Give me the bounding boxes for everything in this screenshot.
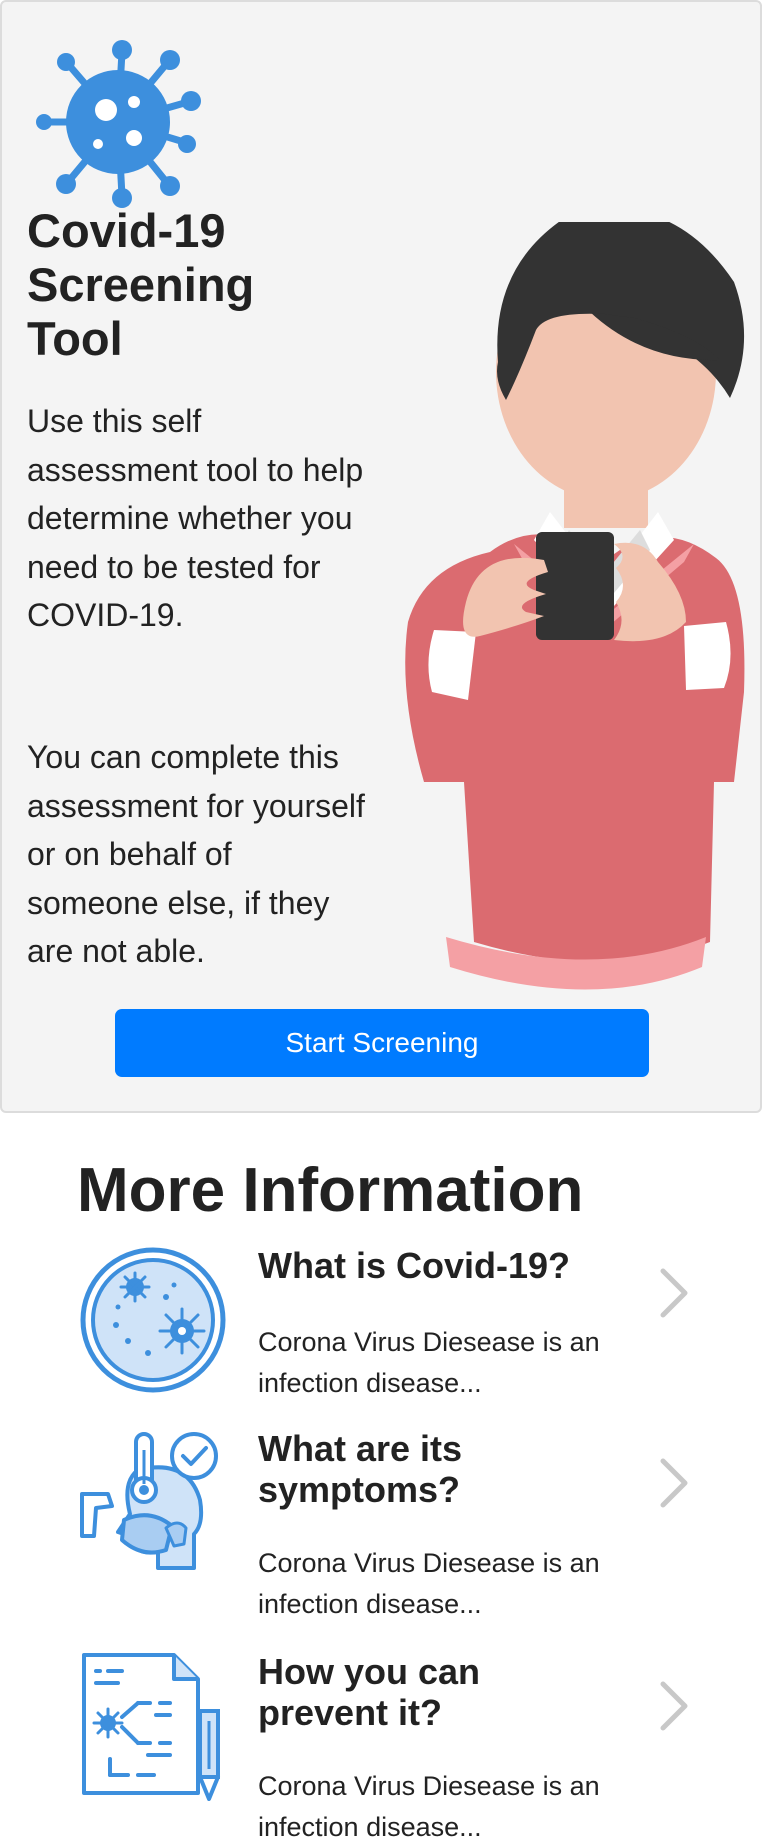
info-heading: What is Covid-19? [258, 1245, 571, 1286]
info-summary: Corona Virus Diesease is an infection di… [258, 1327, 600, 1398]
tool-description: Use this self assessment tool to help de… [27, 403, 364, 633]
info-heading: What are its symptoms? [258, 1428, 463, 1510]
info-summary: Corona Virus Diesease is an infection di… [258, 1771, 600, 1842]
info-item-prevention[interactable]: How you can prevent it? Corona Virus Die… [70, 1651, 720, 1842]
more-information-title: More Information [77, 1156, 584, 1225]
info-item-what-is-covid[interactable]: What is Covid-19? Corona Virus Diesease … [70, 1245, 720, 1405]
page-title: Covid-19 Screening Tool [27, 204, 255, 365]
info-summary: Corona Virus Diesease is an infection di… [258, 1548, 600, 1619]
screening-page: Covid-19 Screening Tool Use this self as… [0, 0, 780, 1842]
symptoms-thermometer-icon [78, 1428, 228, 1578]
prevention-document-icon [78, 1651, 228, 1801]
magnified-virus-icon [78, 1245, 228, 1395]
start-screening-button[interactable]: Start Screening [115, 1009, 649, 1077]
assessment-note: You can complete this assessment for you… [27, 739, 365, 969]
virus-icon [36, 38, 216, 208]
hero-card: Covid-19 Screening Tool Use this self as… [0, 0, 762, 1113]
info-item-symptoms[interactable]: What are its symptoms? Corona Virus Dies… [70, 1428, 720, 1628]
chevron-right-icon[interactable] [655, 1263, 695, 1323]
chevron-right-icon[interactable] [655, 1676, 695, 1736]
chevron-right-icon[interactable] [655, 1453, 695, 1513]
info-heading: How you can prevent it? [258, 1651, 481, 1733]
person-holding-phone-illustration [394, 222, 748, 1012]
